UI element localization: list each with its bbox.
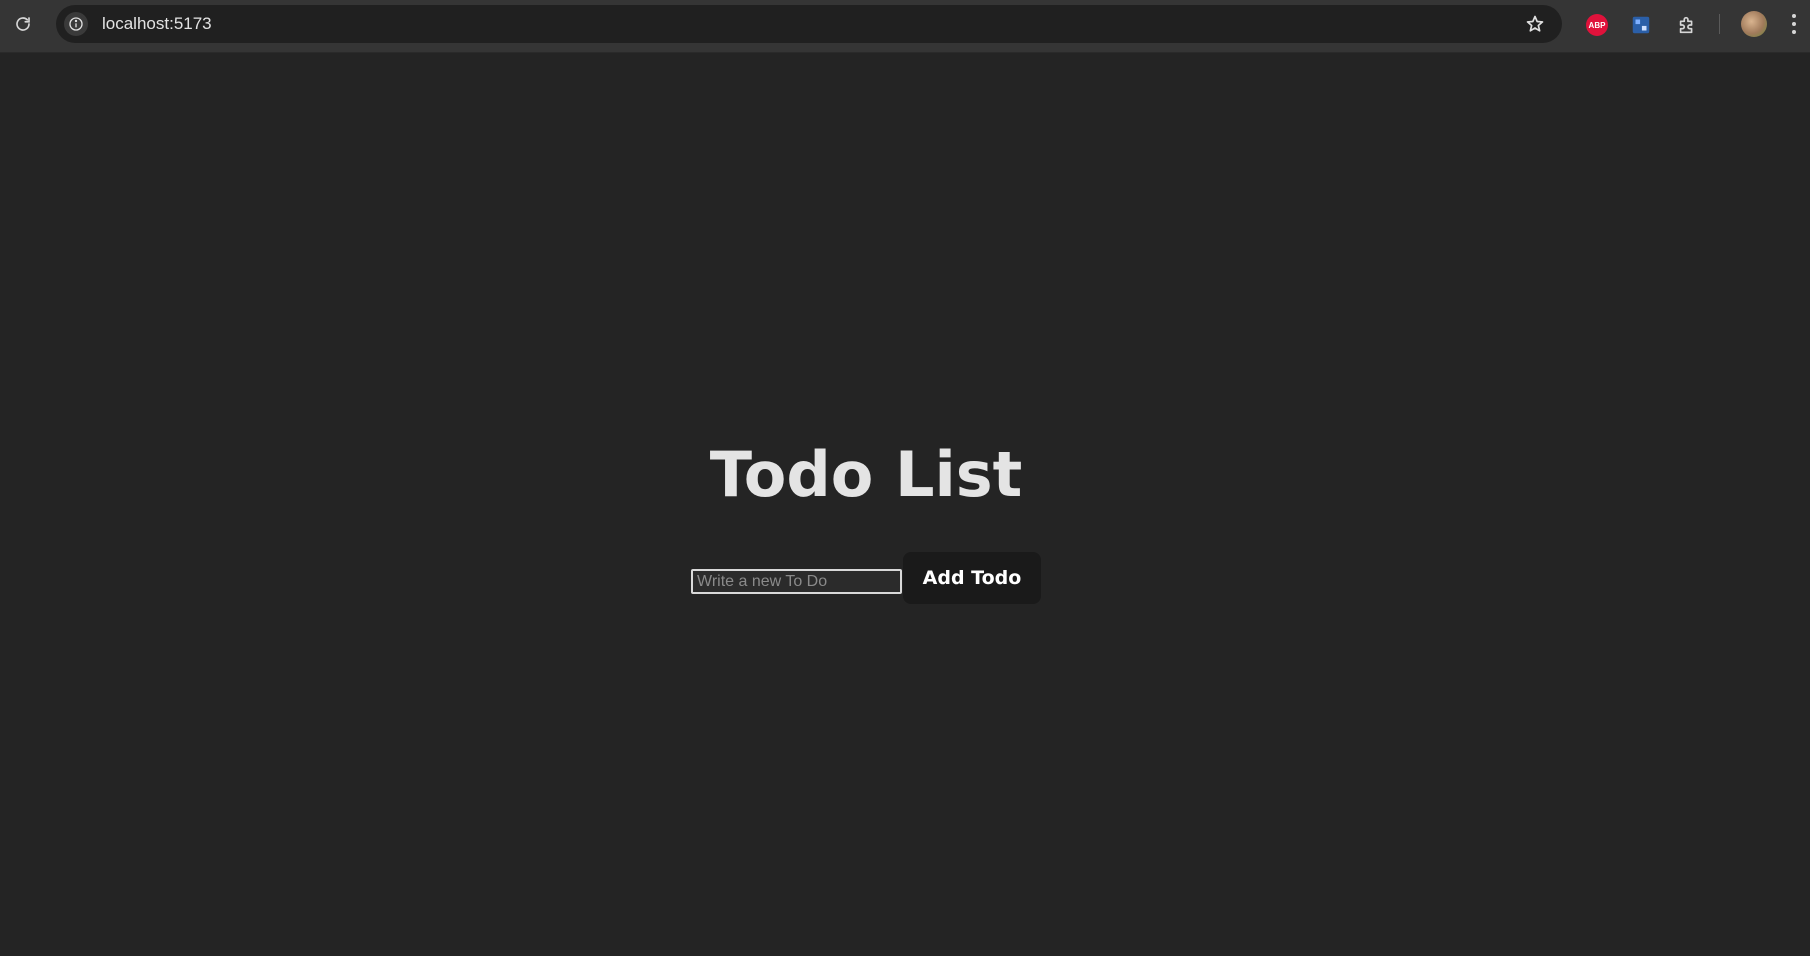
- url-text[interactable]: localhost:5173: [102, 5, 212, 43]
- address-bar[interactable]: localhost:5173: [56, 5, 1562, 43]
- browser-menu-icon[interactable]: [1790, 12, 1798, 36]
- page-title: Todo List: [709, 438, 1023, 511]
- abp-badge: ABP: [1586, 14, 1608, 36]
- bookmark-star-icon[interactable]: [1524, 13, 1546, 35]
- new-todo-input[interactable]: [691, 569, 902, 594]
- site-info-icon[interactable]: [64, 12, 88, 36]
- toolbar-divider: [1719, 14, 1720, 34]
- profile-avatar[interactable]: [1741, 11, 1767, 37]
- extension-icon[interactable]: [1628, 12, 1654, 38]
- reload-icon[interactable]: [12, 13, 34, 35]
- extensions-puzzle-icon[interactable]: [1674, 12, 1700, 38]
- browser-toolbar: localhost:5173 ABP: [0, 0, 1810, 53]
- add-todo-button[interactable]: Add Todo: [903, 552, 1041, 604]
- adblock-plus-extension-icon[interactable]: ABP: [1584, 12, 1610, 38]
